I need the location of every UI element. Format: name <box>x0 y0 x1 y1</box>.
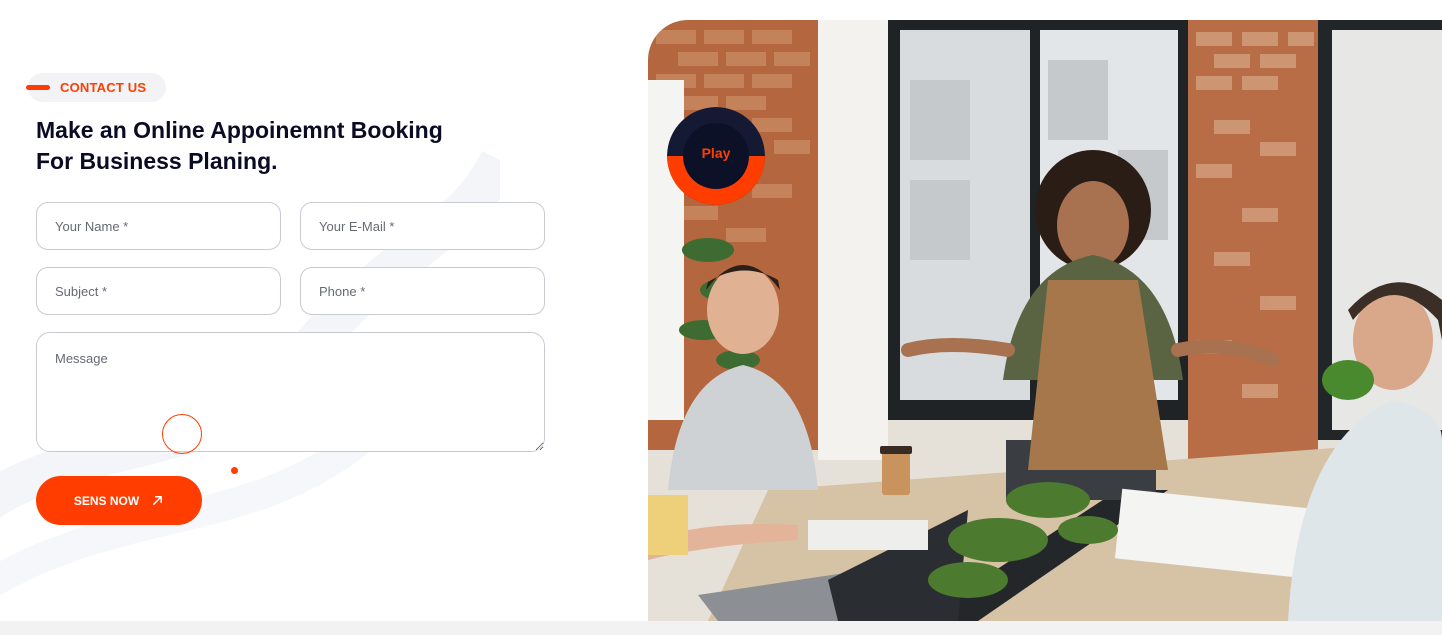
custom-cursor-ring <box>162 414 202 454</box>
arrow-up-right-icon <box>153 496 163 505</box>
name-field[interactable] <box>36 202 281 250</box>
send-button-label: SENS NOW <box>73 493 140 508</box>
send-button[interactable]: SENS NOW <box>36 476 202 525</box>
headline-line-2: For Business Planing. <box>36 148 278 174</box>
tag-label: CONTACT US <box>60 80 147 95</box>
meeting-photo <box>648 20 1442 621</box>
tag-dash <box>26 85 50 90</box>
video-play-widget: Play <box>667 107 765 205</box>
headline-line-1: Make an Online Appoinemnt Booking <box>36 117 443 143</box>
email-field[interactable] <box>300 202 545 250</box>
play-label: Play <box>701 145 731 161</box>
page-title: Make an Online Appoinemnt Booking For Bu… <box>36 115 506 177</box>
section-tag: CONTACT US <box>26 73 166 102</box>
message-field[interactable] <box>36 332 545 452</box>
contact-section: CONTACT US Make an Online Appoinemnt Boo… <box>0 0 1442 635</box>
phone-field[interactable] <box>300 267 545 315</box>
section-divider <box>0 621 1442 635</box>
subject-field[interactable] <box>36 267 281 315</box>
custom-cursor-dot <box>231 467 238 474</box>
